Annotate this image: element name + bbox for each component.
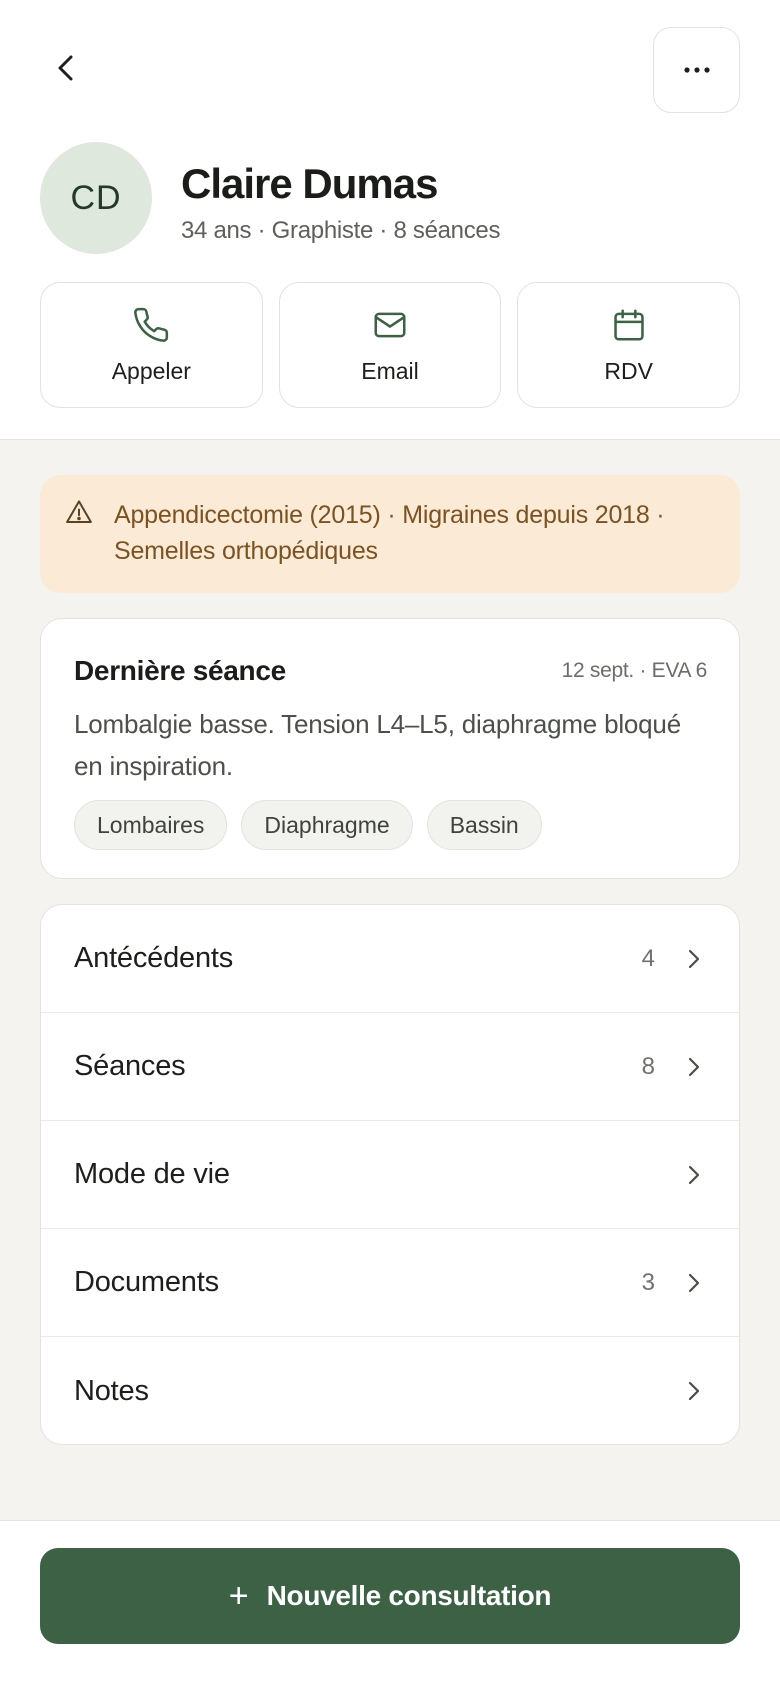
menu-item-count: 4 [641,944,655,972]
chevron-right-icon [688,949,700,968]
last-session-date: 12 sept. · EVA 6 [561,659,708,682]
warning-icon [66,500,92,523]
email-label: Email [361,357,419,384]
tag-lombaires: Lombaires [74,800,228,850]
menu-item-label: Antécédents [74,942,234,974]
patient-meta: 34 ans · Graphiste · 8 séances [181,217,501,244]
menu-item-label: Notes [74,1374,149,1407]
patient-name: Claire Dumas [181,160,438,207]
new-consultation-label: Nouvelle consultation [266,1580,552,1611]
email-button[interactable]: Email [278,282,502,408]
chevron-right-icon [688,1165,700,1184]
last-session-notes: Lombalgie basse. Tension L4–L5, diaphrag… [74,709,681,781]
patient-header: CD Claire Dumas 34 ans · Graphiste · 8 s… [0,0,780,440]
menu-item-notes[interactable]: Notes [41,1337,739,1444]
menu-item-label: Documents [74,1266,219,1298]
menu-item-count: 3 [641,1268,655,1296]
menu-item-antecedents[interactable]: Antécédents 4 [41,905,739,1013]
appointment-label: RDV [604,357,653,384]
quick-actions: Appeler Email RDV [40,282,741,408]
phone-icon [134,307,169,342]
tag-diaphragme: Diaphragme [241,800,413,850]
back-button[interactable] [44,46,88,90]
avatar: CD [40,142,152,254]
menu-item-documents[interactable]: Documents 3 [41,1229,739,1337]
call-label: Appeler [111,357,191,384]
chevron-right-icon [688,1057,700,1076]
plus-icon: + [228,1576,249,1615]
appointment-button[interactable]: RDV [517,282,741,408]
chevron-right-icon [688,1273,700,1292]
menu-item-seances[interactable]: Séances 8 [41,1013,739,1121]
menu-item-mode-de-vie[interactable]: Mode de vie [41,1121,739,1229]
chevron-left-icon [58,55,73,81]
chevron-right-icon [688,1381,700,1401]
menu-item-count: 8 [641,1052,655,1080]
call-button[interactable]: Appeler [40,282,263,408]
session-tags: Lombaires Diaphragme Bassin [74,800,542,850]
menu-item-label: Mode de vie [74,1158,230,1190]
more-horizontal-icon [683,67,710,73]
new-consultation-button[interactable]: + Nouvelle consultation [40,1548,740,1644]
mail-icon [374,312,406,337]
menu-item-label: Séances [74,1050,186,1082]
calendar-icon [613,308,644,341]
medical-alert: Appendicectomie (2015) · Migraines depui… [40,475,740,593]
last-session-card[interactable]: Dernière séance 12 sept. · EVA 6 Lombalg… [40,618,740,879]
patient-menu: Antécédents 4 Séances 8 Mode de vie Docu… [40,904,740,1445]
alert-text: Appendicectomie (2015) · Migraines depui… [114,501,665,565]
last-session-title: Dernière séance [74,655,286,686]
tag-bassin: Bassin [426,800,542,850]
bottom-bar: + Nouvelle consultation [0,1520,780,1690]
more-options-button[interactable] [653,27,740,113]
